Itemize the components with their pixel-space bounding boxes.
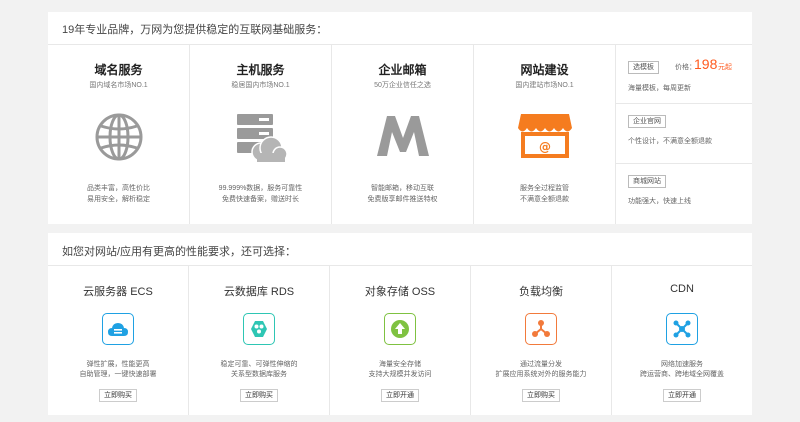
product-title: 云服务器 ECS [83, 286, 153, 298]
oss-icon [384, 313, 416, 345]
svg-text:@: @ [539, 140, 551, 154]
cdn-icon [666, 313, 698, 345]
service-desc: 服务全过程监管 不满意全额退款 [520, 185, 569, 203]
service-mail[interactable]: 企业邮箱 50万企业信任之选 智能邮箱，移动互联 免费版享邮件推送特权 [332, 45, 474, 224]
core-services-panel: 19年专业品牌，万网为您提供稳定的互联网基础服务： 域名服务 国内域名市场NO.… [48, 12, 752, 224]
rds-icon [243, 313, 275, 345]
service-subtitle: 国内建站市场NO.1 [515, 82, 574, 89]
buy-now-button[interactable]: 立即购买 [240, 389, 278, 402]
product-title: 云数据库 RDS [223, 286, 295, 298]
product-desc: 网络加速服务 跨运营商、跨地域全网覆盖 [640, 361, 724, 378]
service-title: 主机服务 [236, 63, 285, 77]
official-site-desc: 个性设计，不满意全额退款 [628, 138, 712, 145]
buy-now-button[interactable]: 立即购买 [99, 389, 137, 402]
service-title: 网站建设 [520, 63, 569, 77]
service-desc: 智能邮箱，移动互联 免费版享邮件推送特权 [367, 185, 438, 203]
product-oss[interactable]: 对象存储 OSS 海量安全存储 支持大规模并发访问 立即开通 [330, 266, 471, 415]
service-website[interactable]: 网站建设 国内建站市场NO.1 @ 服务全过程监管 不满意全额退款 [474, 45, 616, 224]
template-desc: 海量模板，每周更新 [628, 85, 691, 92]
product-title: 对象存储 OSS [364, 286, 436, 298]
service-subtitle: 国内域名市场NO.1 [89, 82, 148, 89]
website-options: 选模板 价格： 198 元起 海量模板，每周更新 企业官网 个性设计，不满意全额… [616, 45, 752, 224]
official-site-tag[interactable]: 企业官网 [628, 115, 666, 128]
divider [616, 163, 752, 164]
price-unit: 元起 [718, 64, 732, 71]
product-cdn[interactable]: CDN 网络加速服务 跨运营商、跨地域全网覆盖 立即开通 [612, 266, 752, 415]
slb-icon [525, 313, 557, 345]
service-title: 域名服务 [94, 63, 143, 77]
service-desc: 99.999%数据，服务可靠性 免费快速备案，赠送时长 [218, 185, 303, 203]
price-label: 价格： [675, 64, 696, 71]
core-services-title: 19年专业品牌，万网为您提供稳定的互联网基础服务： [62, 24, 328, 36]
server-cloud-icon [235, 112, 288, 169]
product-ecs[interactable]: 云服务器 ECS 弹性扩展，性能更高 自助管理，一键快速部署 立即购买 [48, 266, 189, 415]
product-desc: 弹性扩展，性能更高 自助管理，一键快速部署 [79, 361, 157, 378]
cloud-products-panel: 如您对网站/应用有更高的性能要求，还可选择： 云服务器 ECS 弹性扩展，性能更… [48, 233, 752, 415]
product-title: CDN [670, 283, 694, 295]
mall-site-desc: 功能强大，快速上线 [628, 198, 691, 205]
product-title: 负载均衡 [519, 286, 563, 298]
activate-now-button[interactable]: 立即开通 [663, 389, 701, 402]
product-rds[interactable]: 云数据库 RDS 稳定可靠、可弹性伸缩的 关系型数据库服务 立即购买 [189, 266, 330, 415]
cloud-products-title: 如您对网站/应用有更高的性能要求，还可选择： [62, 246, 297, 258]
choose-template-tag[interactable]: 选模板 [628, 61, 659, 74]
ecs-icon [102, 313, 134, 345]
service-title: 企业邮箱 [378, 63, 427, 77]
product-desc: 海量安全存储 支持大规模并发访问 [368, 361, 432, 378]
service-domain[interactable]: 域名服务 国内域名市场NO.1 品类丰富，高性价比 易用安全，解析稳定 [48, 45, 190, 224]
product-desc: 通过流量分发 扩展应用系统对外的服务能力 [495, 361, 587, 378]
price-value: 198 [694, 56, 718, 72]
activate-now-button[interactable]: 立即开通 [381, 389, 419, 402]
service-subtitle: 稳居国内市场NO.1 [231, 82, 290, 89]
product-slb[interactable]: 负载均衡 通过流量分发 扩展应用系统对外的服务能力 立即购买 [471, 266, 612, 415]
buy-now-button[interactable]: 立即购买 [522, 389, 560, 402]
product-desc: 稳定可靠、可弹性伸缩的 关系型数据库服务 [220, 361, 298, 378]
divider [616, 103, 752, 104]
service-subtitle: 50万企业信任之选 [374, 82, 431, 89]
globe-icon [94, 112, 144, 167]
service-hosting[interactable]: 主机服务 稳居国内市场NO.1 99.999%数据，服务可靠性 免费快速备案，赠… [190, 45, 332, 224]
shop-icon: @ [517, 112, 573, 163]
mail-m-icon [375, 112, 431, 163]
service-desc: 品类丰富，高性价比 易用安全，解析稳定 [87, 185, 150, 203]
mall-site-tag[interactable]: 商城网站 [628, 175, 666, 188]
